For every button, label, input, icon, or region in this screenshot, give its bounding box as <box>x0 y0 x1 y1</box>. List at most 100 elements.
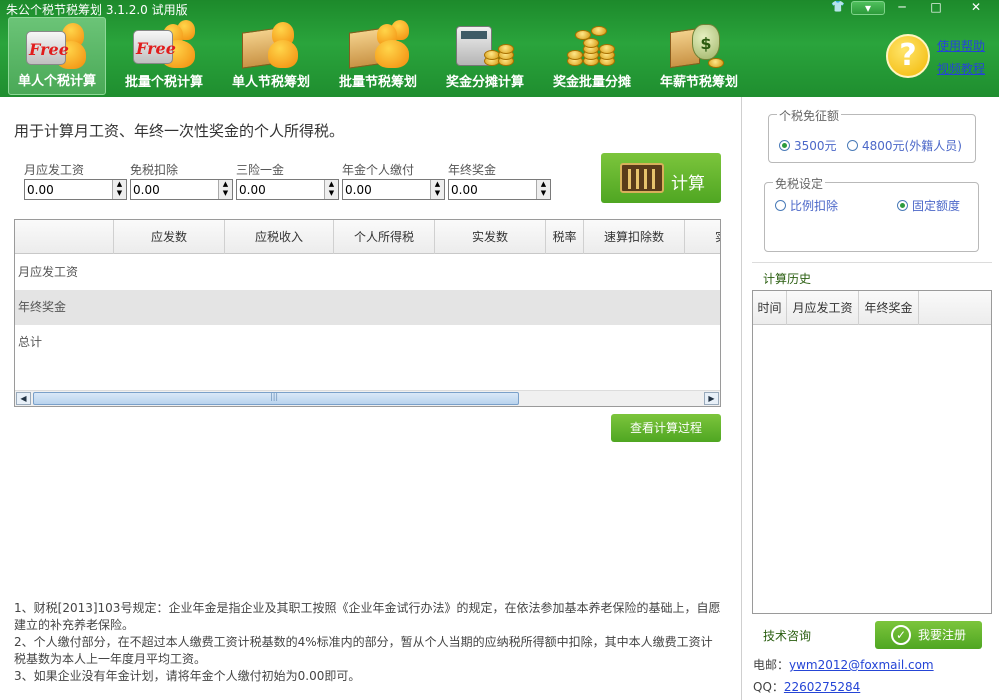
window-controls: 👕 ▾ ─ □ ✕ <box>825 0 999 16</box>
scroll-right-icon[interactable]: ▶ <box>704 392 719 405</box>
nav-label: 批量个税计算 <box>124 75 203 90</box>
spin-arrows[interactable]: ▲ ▼ <box>536 180 550 199</box>
annual-bonus-stepper: ▲▼ <box>448 179 551 200</box>
fixed-amount-radio[interactable]: 固定额度 <box>897 197 960 214</box>
table-row[interactable]: 总计 <box>15 325 720 360</box>
spin-up-icon[interactable]: ▲ <box>537 180 550 189</box>
horizontal-scrollbar[interactable]: ◀ ||| ▶ <box>15 390 720 406</box>
spin-arrows[interactable]: ▲ ▼ <box>430 180 444 199</box>
column-header: 实发数 <box>435 220 546 254</box>
annuity-payment-stepper: ▲▼ <box>342 179 445 200</box>
window-title: 朱公个税节税筹划 3.1.2.0 试用版 <box>6 3 188 17</box>
nav-batch-tax-planning[interactable]: 批量节税筹划 <box>329 17 427 95</box>
nav-single-tax-planning[interactable]: 单人节税筹划 <box>222 17 320 95</box>
result-table: 应发数 应税收入 个人所得税 实发数 税率 速算扣除数 实 月应发工资 年终奖金… <box>14 219 721 407</box>
table-header: 应发数 应税收入 个人所得税 实发数 税率 速算扣除数 实 <box>15 220 720 254</box>
help-link[interactable]: 使用帮助 <box>937 37 985 54</box>
register-button[interactable]: ✓ 我要注册 <box>875 621 982 649</box>
annuity-payment-input[interactable] <box>343 180 428 199</box>
nav-single-tax-calc[interactable]: Free 单人个税计算 <box>8 17 106 95</box>
tax-threshold-group: 个税免征额 3500元 4800元(外籍人员) <box>768 107 976 163</box>
table-row[interactable]: 年终奖金 <box>15 290 720 325</box>
skin-icon[interactable]: 👕 <box>825 0 851 16</box>
history-header: 时间 月应发工资 年终奖金 <box>753 291 991 325</box>
monthly-salary-input[interactable] <box>25 180 110 199</box>
group-title: 免税设定 <box>773 175 826 192</box>
scrollbar-thumb[interactable]: ||| <box>33 392 519 405</box>
column-header: 个人所得税 <box>334 220 435 254</box>
qq-row: QQ：2260275284 <box>753 678 860 695</box>
spin-down-icon[interactable]: ▼ <box>325 189 338 198</box>
table-row[interactable]: 月应发工资 <box>15 255 720 290</box>
column-header: 应税收入 <box>225 220 334 254</box>
spin-up-icon[interactable]: ▲ <box>431 180 444 189</box>
free-badge: Free <box>29 40 69 59</box>
book-person-icon <box>240 20 302 69</box>
spin-up-icon[interactable]: ▲ <box>325 180 338 189</box>
radio-selected-icon <box>779 140 790 151</box>
column-header: 速算扣除数 <box>584 220 685 254</box>
email-link[interactable]: ywm2012@foxmail.com <box>789 658 934 672</box>
social-insurance-label: 三险一金 <box>236 163 285 177</box>
tax-exempt-deduction-input[interactable] <box>131 180 216 199</box>
calculate-button[interactable]: 计算 <box>601 153 721 203</box>
scroll-left-icon[interactable]: ◀ <box>16 392 31 405</box>
group-title: 个税免征额 <box>777 107 842 124</box>
note-item: 1、财税[2013]103号规定：企业年金是指企业及其职工按照《企业年金试行办法… <box>14 601 721 632</box>
nav-label: 单人个税计算 <box>17 74 96 89</box>
help-question-icon[interactable]: ? <box>886 34 930 78</box>
spin-arrows[interactable]: ▲ ▼ <box>112 180 126 199</box>
spin-down-icon[interactable]: ▼ <box>537 189 550 198</box>
column-header: 实 <box>685 220 720 254</box>
history-title: 计算历史 <box>763 272 812 286</box>
social-insurance-input[interactable] <box>237 180 322 199</box>
maximize-icon[interactable]: □ <box>919 0 953 16</box>
coin-stacks-icon <box>561 20 623 68</box>
spin-down-icon[interactable]: ▼ <box>219 189 232 198</box>
money-bag-book-icon: $ <box>668 20 730 69</box>
free-badge: Free <box>136 39 176 58</box>
threshold-4800-radio[interactable]: 4800元(外籍人员) <box>847 137 962 154</box>
column-header: 月应发工资 <box>787 291 859 325</box>
spin-down-icon[interactable]: ▼ <box>431 189 444 198</box>
minimize-icon[interactable]: ─ <box>885 0 919 16</box>
page-description: 用于计算月工资、年终一次性奖金的个人所得税。 <box>14 122 345 140</box>
note-item: 3、如果企业没有年金计划，请将年金个人缴付初始为0.00即可。 <box>14 669 361 683</box>
annual-bonus-label: 年终奖金 <box>448 163 497 177</box>
social-insurance-stepper: ▲▼ <box>236 179 339 200</box>
nav-bonus-allocation-calc[interactable]: 奖金分摊计算 <box>436 17 534 95</box>
scrollbar-grip: ||| <box>270 392 279 401</box>
free-calculator-group-icon: Free <box>133 20 195 68</box>
free-calculator-person-icon: Free <box>26 21 88 69</box>
spin-arrows[interactable]: ▲ ▼ <box>218 180 232 199</box>
spin-up-icon[interactable]: ▲ <box>219 180 232 189</box>
qq-link[interactable]: 2260275284 <box>784 680 860 694</box>
monthly-salary-label: 月应发工资 <box>24 163 85 177</box>
column-header: 税率 <box>546 220 584 254</box>
ratio-deduction-radio[interactable]: 比例扣除 <box>775 197 838 214</box>
nav-batch-tax-calc[interactable]: Free 批量个税计算 <box>115 17 213 95</box>
radio-label: 固定额度 <box>912 199 961 213</box>
email-row: 电邮：ywm2012@foxmail.com <box>753 656 934 673</box>
view-calculation-process-button[interactable]: 查看计算过程 <box>611 414 721 442</box>
radio-label: 比例扣除 <box>790 199 839 213</box>
register-button-label: 我要注册 <box>918 628 967 642</box>
nav-batch-bonus-allocation[interactable]: 奖金批量分摊 <box>543 17 641 95</box>
radio-label: 3500元 <box>794 139 837 153</box>
exemption-setting-group: 免税设定 比例扣除 固定额度 <box>764 175 979 252</box>
threshold-3500-radio[interactable]: 3500元 <box>779 137 837 154</box>
video-tutorial-link[interactable]: 视频教程 <box>937 60 985 77</box>
close-icon[interactable]: ✕ <box>953 0 999 16</box>
divider <box>752 262 992 263</box>
spin-down-icon[interactable]: ▼ <box>113 189 126 198</box>
annual-bonus-input[interactable] <box>449 180 534 199</box>
tech-support-label: 技术咨询 <box>763 629 812 643</box>
tax-exempt-deduction-label: 免税扣除 <box>130 163 179 177</box>
spin-arrows[interactable]: ▲ ▼ <box>324 180 338 199</box>
nav-annual-salary-planning[interactable]: $ 年薪节税筹划 <box>650 17 748 95</box>
column-header: 时间 <box>753 291 787 325</box>
calculate-button-label: 计算 <box>671 174 705 194</box>
monthly-salary-stepper: ▲▼ <box>24 179 127 200</box>
spin-up-icon[interactable]: ▲ <box>113 180 126 189</box>
menu-dropdown-icon[interactable]: ▾ <box>851 1 885 15</box>
